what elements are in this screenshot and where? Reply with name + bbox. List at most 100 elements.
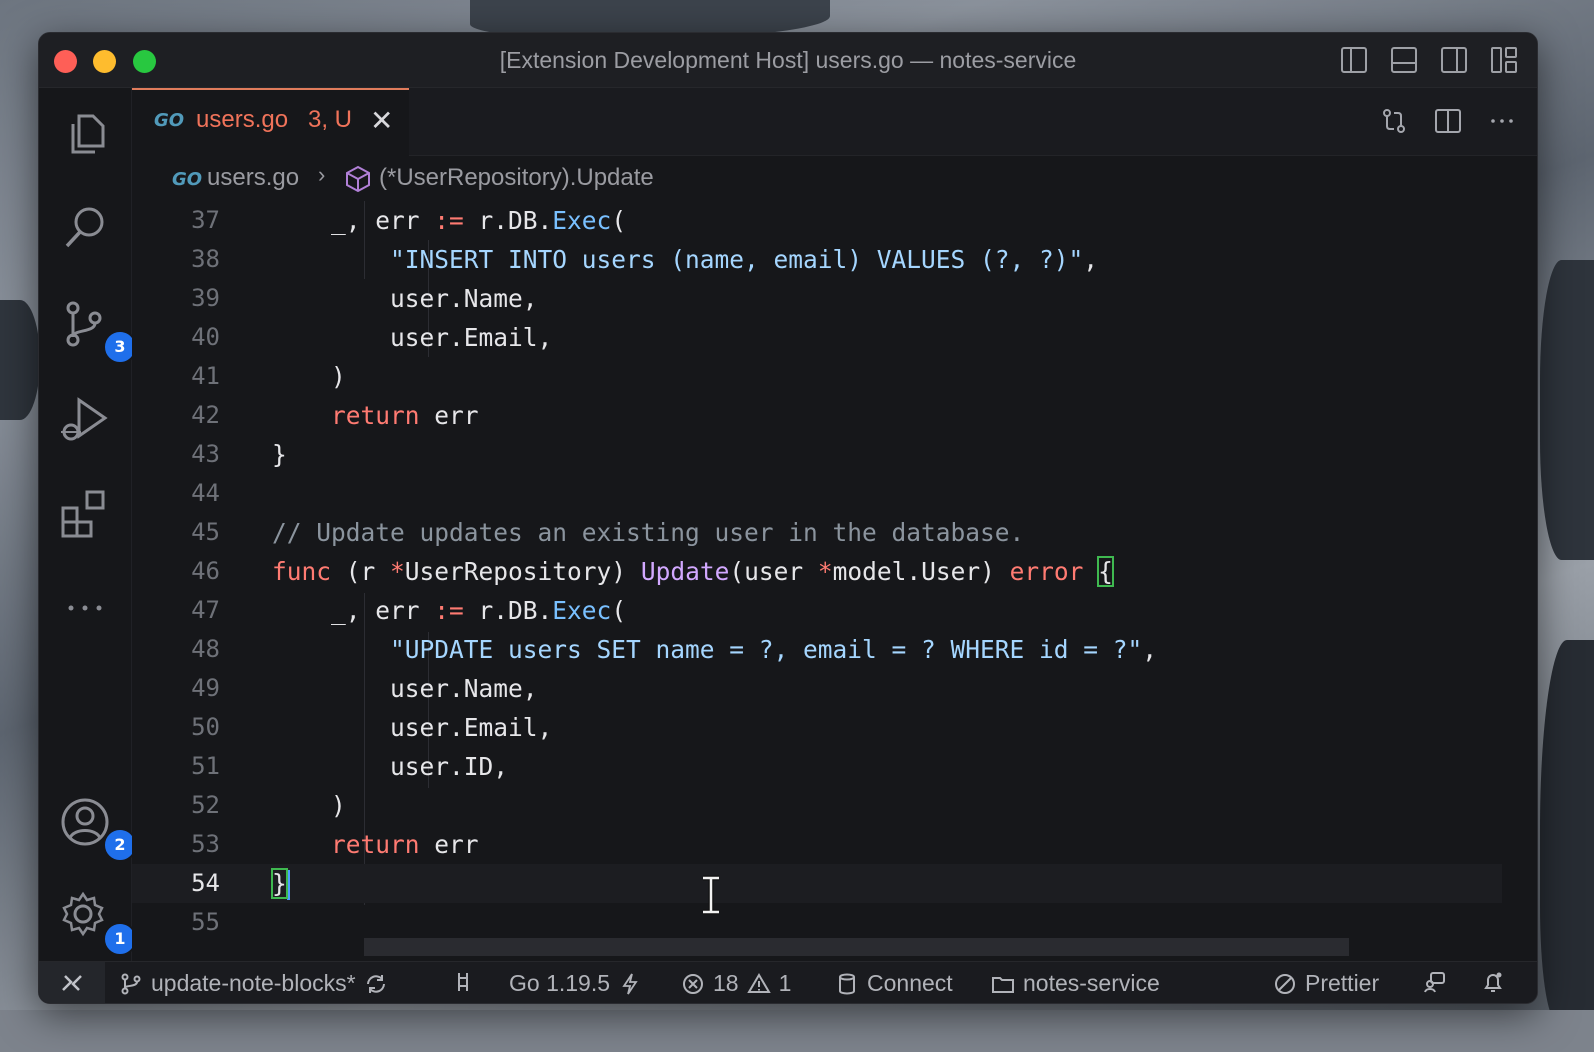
- wallpaper-rock: [0, 300, 40, 420]
- line-number: 43: [191, 440, 220, 468]
- tab-label: users.go: [196, 106, 289, 133]
- line-number: 38: [191, 245, 220, 273]
- code-line: 40 user.Email,: [132, 318, 1502, 357]
- open-changes-icon[interactable]: [1379, 106, 1409, 136]
- code-text: return err: [331, 401, 479, 430]
- git-compare-icon: [458, 973, 468, 991]
- sync-icon[interactable]: [364, 972, 388, 996]
- line-number: 55: [191, 908, 220, 936]
- title-bar: [Extension Development Host] users.go — …: [39, 33, 1537, 88]
- text-ibeam-cursor-icon: [703, 875, 719, 915]
- wallpaper-rock: [1540, 260, 1594, 560]
- horizontal-scrollbar[interactable]: [364, 938, 1349, 956]
- bell-icon: [1484, 972, 1502, 992]
- source-control-button[interactable]: 3: [57, 296, 137, 364]
- code-line: 55: [132, 903, 1502, 942]
- files-icon: [71, 114, 105, 154]
- code-comment: // Update updates an existing user in th…: [272, 518, 1025, 547]
- line-number: 45: [191, 518, 220, 546]
- code-text: user.Email,: [272, 323, 553, 352]
- toggle-panel-icon[interactable]: [1391, 47, 1417, 73]
- manage-settings-button[interactable]: 1: [57, 888, 137, 956]
- database-connect[interactable]: Connect: [835, 970, 953, 997]
- toggle-primary-sidebar-icon[interactable]: [1341, 47, 1367, 73]
- folder-icon: [992, 976, 1014, 993]
- code-line: 41 ): [132, 357, 1502, 396]
- line-number: 37: [191, 206, 220, 234]
- explorer-button[interactable]: [57, 106, 113, 162]
- branch-status[interactable]: update-note-blocks*: [119, 970, 388, 997]
- workspace-folder[interactable]: notes-service: [991, 970, 1160, 997]
- line-number: 53: [191, 830, 220, 858]
- customize-layout-icon[interactable]: [1491, 47, 1517, 73]
- more-views-button[interactable]: [57, 580, 113, 636]
- go-file-icon: GO: [172, 169, 203, 190]
- code-line: 53 return err: [132, 825, 1502, 864]
- code-line: 44: [132, 474, 1502, 513]
- code-line: 42 return err: [132, 396, 1502, 435]
- line-number: 42: [191, 401, 220, 429]
- code-line: 39 user.Name,: [132, 279, 1502, 318]
- go-version-status[interactable]: Go 1.19.5: [509, 970, 642, 997]
- breadcrumb: GO users.go › (*UserRepository).Update: [132, 157, 1537, 201]
- line-number: 40: [191, 323, 220, 351]
- line-number: 51: [191, 752, 220, 780]
- wallpaper-ground: [0, 1010, 1594, 1052]
- line-number: 49: [191, 674, 220, 702]
- code-line: 50 user.Email,: [132, 708, 1502, 747]
- toggle-secondary-sidebar-icon[interactable]: [1441, 47, 1467, 73]
- warning-icon: [746, 972, 771, 993]
- code-text: user.ID,: [272, 752, 509, 781]
- chevron-right-icon: ›: [318, 162, 326, 187]
- line-number: 50: [191, 713, 220, 741]
- git-branch-icon: [121, 973, 141, 994]
- prettier-status[interactable]: Prettier: [1273, 970, 1379, 997]
- code-text: func (r *UserRepository) Update(user *mo…: [272, 556, 1114, 587]
- code-text: }: [271, 864, 290, 903]
- problems-status[interactable]: 18 1: [681, 970, 791, 997]
- code-line: 37 _, err := r.DB.Exec(: [132, 201, 1502, 240]
- extensions-button[interactable]: [57, 486, 113, 542]
- feedback-icon: [1424, 972, 1445, 993]
- folder-name: notes-service: [1023, 970, 1160, 996]
- code-line: 48 "UPDATE users SET name = ?, email = ?…: [132, 630, 1502, 669]
- code-line: 43 }: [132, 435, 1502, 474]
- close-icon[interactable]: ✕: [370, 104, 393, 137]
- editor-tab-bar: GO users.go 3, U ✕: [132, 88, 1537, 156]
- vscode-window: [Extension Development Host] users.go — …: [38, 32, 1538, 1004]
- remote-indicator[interactable]: [39, 962, 105, 1003]
- line-number: 39: [191, 284, 220, 312]
- remote-icon: [62, 975, 82, 991]
- split-editor-icon[interactable]: [1433, 106, 1463, 136]
- code-text: "UPDATE users SET name = ?, email = ? WH…: [390, 635, 1158, 664]
- breadcrumb-file[interactable]: users.go: [207, 164, 299, 192]
- database-icon: [839, 973, 855, 994]
- connect-label: Connect: [867, 970, 953, 996]
- method-cube-icon: [346, 165, 370, 193]
- code-text: ): [272, 362, 346, 391]
- git-graph-button[interactable]: [451, 970, 475, 994]
- notifications-button[interactable]: [1481, 970, 1505, 994]
- run-debug-button[interactable]: [57, 392, 113, 448]
- breadcrumb-symbol[interactable]: (*UserRepository).Update: [379, 164, 654, 192]
- code-text: _, err := r.DB.Exec(: [272, 206, 627, 235]
- code-line: 38 "INSERT INTO users (name, email) VALU…: [132, 240, 1502, 279]
- accounts-button[interactable]: 2: [57, 794, 137, 862]
- activity-bar: 3 2 1: [39, 88, 137, 961]
- tab-users-go[interactable]: GO users.go 3, U ✕: [132, 88, 409, 156]
- code-line: 46 func (r *UserRepository) Update(user …: [132, 552, 1502, 591]
- more-actions-icon[interactable]: [1487, 106, 1517, 136]
- code-text: user.Name,: [272, 674, 538, 703]
- feedback-button[interactable]: [1423, 970, 1447, 994]
- current-code-line: 54 }: [132, 864, 1502, 903]
- code-text: _, err := r.DB.Exec(: [272, 596, 627, 625]
- code-line: 49 user.Name,: [132, 669, 1502, 708]
- prohibited-icon: [1275, 973, 1295, 994]
- code-editor[interactable]: 37 _, err := r.DB.Exec( 38 "INSERT INTO …: [132, 201, 1537, 961]
- code-text: user.Email,: [272, 713, 553, 742]
- code-line: 51 user.ID,: [132, 747, 1502, 786]
- error-icon: [683, 973, 703, 994]
- error-count: 18: [713, 970, 739, 996]
- extensions-icon: [61, 490, 105, 538]
- search-button[interactable]: [57, 200, 113, 256]
